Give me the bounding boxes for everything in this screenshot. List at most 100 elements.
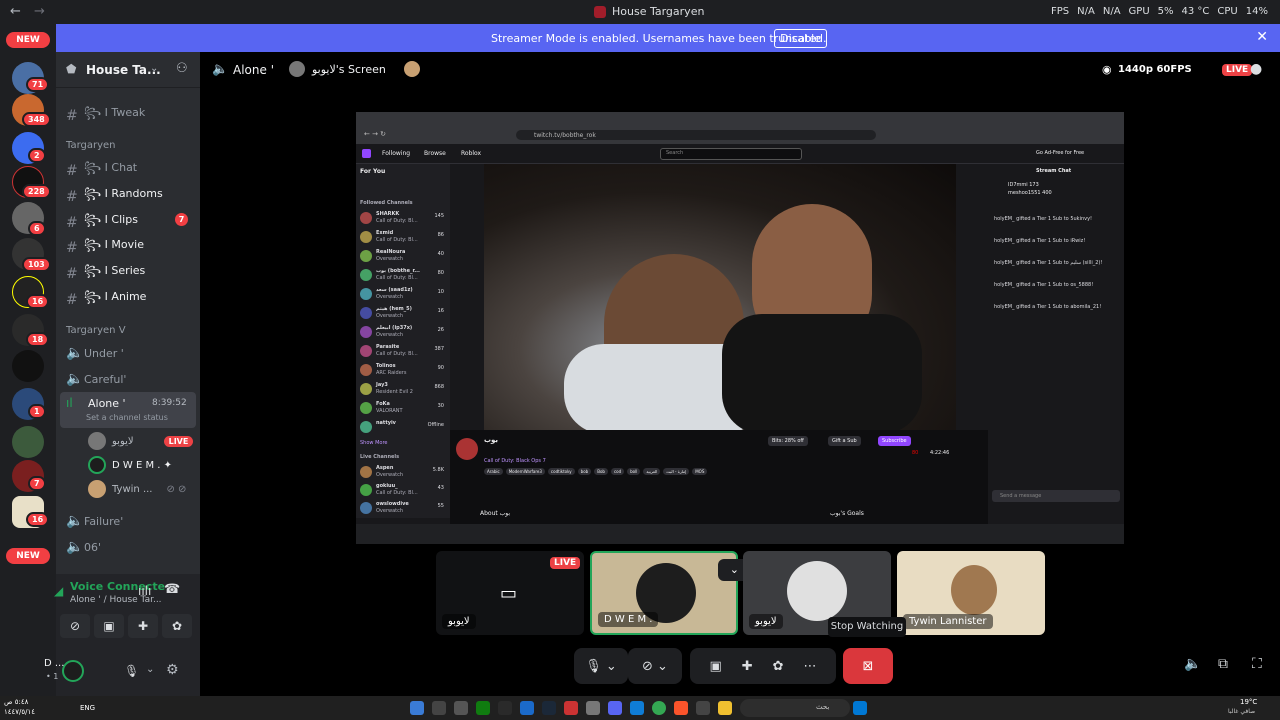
disable-button[interactable]: Disable [774, 29, 827, 48]
volume-icon[interactable]: 🔈 [1184, 656, 1201, 672]
app-icon[interactable] [564, 701, 578, 715]
followed-channel[interactable]: Jay3 Resident Evil 2 868 [360, 381, 446, 399]
new-pill[interactable]: NEW [6, 548, 50, 564]
app-icon[interactable] [520, 701, 534, 715]
voice-channel-06[interactable]: 🔈 06' [66, 539, 101, 555]
live-channel[interactable]: Aspen Overwatch 5.8K [360, 464, 446, 482]
more-icon[interactable]: ⋯ [804, 659, 817, 674]
shared-screen[interactable]: ← → ↻ twitch.tv/bobthe_rok Following Bro… [356, 112, 1124, 544]
participant-tile[interactable]: Tywin Lannister [897, 551, 1045, 635]
category-targaryen[interactable]: Targaryen [66, 140, 116, 151]
voice-user[interactable]: D W E M . ✦ [88, 456, 172, 474]
channel-tweak[interactable]: # ꧂ I Tweak [66, 105, 145, 127]
followed-channel[interactable]: بوب (bobthe_r... Call of Duty: Bl... 80 [360, 267, 446, 285]
followed-channel[interactable]: FoKa VALORANT 30 [360, 400, 446, 418]
add-member-icon[interactable]: ⚇ [176, 61, 188, 76]
app-icon[interactable] [454, 701, 468, 715]
app-icon[interactable] [586, 701, 600, 715]
followed-channel[interactable]: Parasite Call of Duty: Bl... 387 [360, 343, 446, 361]
category-targaryen-v[interactable]: Targaryen V [66, 325, 126, 336]
followed-channel[interactable]: سعد (saad1z) Overwatch 10 [360, 286, 446, 304]
voice-channel-alone[interactable]: ıl Alone ' 8:39:52 Set a channel status [60, 392, 196, 428]
share-screen-icon[interactable]: ▣ [709, 659, 721, 674]
stop-watching-button[interactable]: ⊠ [843, 648, 893, 684]
stream-tag[interactable]: cod [610, 468, 625, 475]
voice-user[interactable]: Tywin ... ⊘ ⊘ [88, 480, 186, 498]
fullscreen-icon[interactable]: ⛶ [1252, 656, 1262, 672]
speaker-icon: 🔈 [66, 345, 84, 361]
server-icon[interactable] [12, 350, 44, 382]
channel-clips[interactable]: # ꧂ I Clips [66, 212, 138, 234]
stream-tag[interactable]: Arabic [484, 468, 503, 475]
channel-name: Parasite [376, 344, 400, 350]
app-icon[interactable] [432, 701, 446, 715]
followed-channel[interactable]: Tolinos ARC Raiders 90 [360, 362, 446, 380]
back-arrow-icon[interactable]: ← [10, 4, 21, 19]
stream-tag[interactable]: العربية [643, 468, 661, 475]
app-icon[interactable] [696, 701, 710, 715]
app-icon[interactable] [542, 701, 556, 715]
live-channel[interactable]: gokiuu_ Call of Duty: Bl... 43 [360, 482, 446, 500]
voice-channel-under[interactable]: 🔈 Under ' [66, 345, 124, 361]
channel-anime[interactable]: # ꧂ I Anime [66, 289, 146, 311]
server-header[interactable]: ⬟ House Ta... ⌄ ⚇ [56, 52, 200, 88]
app-icon[interactable] [410, 701, 424, 715]
gear-icon[interactable]: ⚙ [166, 662, 179, 678]
chevron-down-icon[interactable]: ⌄ [146, 664, 154, 675]
voice-channel-careful[interactable]: 🔈 Careful' [66, 371, 126, 387]
channel-series[interactable]: # ꧂ I Series [66, 263, 145, 285]
microphone-icon[interactable]: 🎙 [124, 664, 139, 678]
followed-channel[interactable]: RealNoura Overwatch 40 [360, 248, 446, 266]
server-icon[interactable] [12, 426, 44, 458]
stream-tag[interactable]: إمارة - البث [663, 468, 690, 475]
followed-channel[interactable]: SHARKK Call of Duty: Bl... 145 [360, 210, 446, 228]
stream-tag[interactable]: MOS [692, 468, 708, 475]
popout-icon[interactable]: ⧉ [1218, 656, 1228, 672]
activity-icon[interactable]: ✚ [742, 659, 753, 674]
avatar[interactable] [62, 660, 84, 682]
share-screen-icon[interactable]: ▣ [94, 614, 124, 638]
participant-tile[interactable]: D W E M . [590, 551, 738, 635]
app-icon[interactable] [498, 701, 512, 715]
channel-movie[interactable]: # ꧂ I Movie [66, 237, 144, 259]
soundboard-icon[interactable]: ✿ [773, 659, 784, 674]
stream-tag[interactable]: ModernWarfare3 [505, 468, 545, 475]
edge-icon[interactable] [630, 701, 644, 715]
forward-arrow-icon[interactable]: → [34, 4, 45, 19]
close-icon[interactable]: ✕ [1256, 29, 1268, 45]
camera-off-icon[interactable]: ⊘ [60, 614, 90, 638]
stream-tag[interactable]: Bob [594, 468, 608, 475]
stream-tag[interactable]: boll [627, 468, 641, 475]
start-icon[interactable] [853, 701, 867, 715]
stream-tag[interactable]: codtiktoky [547, 468, 575, 475]
followed-channel[interactable]: ابيعلم (ip37x) Overwatch 26 [360, 324, 446, 342]
channel-game: Call of Duty: Bl... [376, 237, 418, 243]
participant-tile[interactable]: ▭ LIVE لايوبو [436, 551, 584, 635]
followed-channel[interactable]: هيثم (hem_5) Overwatch 16 [360, 305, 446, 323]
user-icon[interactable]: ● [1250, 61, 1262, 77]
channel-randoms[interactable]: # ꧂ I Randoms [66, 186, 163, 208]
activity-icon[interactable]: ✚ [128, 614, 158, 638]
stream-tag[interactable]: bob [577, 468, 592, 475]
stream-video [484, 164, 956, 430]
followed-channel[interactable]: nattyiv Offline [360, 419, 446, 437]
channel-chat[interactable]: # ꧂ I Chat [66, 160, 137, 182]
taskbar-search[interactable]: بحث [740, 699, 850, 717]
mute-button[interactable]: 🎙 ⌄ [574, 648, 628, 684]
followed-channel[interactable]: Exmid Call of Duty: Bl... 86 [360, 229, 446, 247]
voice-user[interactable]: لايوبو LIVE [88, 432, 194, 450]
app-icon[interactable] [476, 701, 490, 715]
user-name[interactable]: D ... [44, 658, 64, 669]
live-channel[interactable]: owslowdive Overwatch 55 [360, 500, 446, 518]
channel-status[interactable]: Set a channel status [86, 413, 168, 422]
noise-suppression-icon[interactable]: ıılı [138, 584, 151, 598]
soundboard-icon[interactable]: ✿ [162, 614, 192, 638]
new-pill[interactable]: NEW [6, 32, 50, 48]
folder-icon[interactable] [718, 701, 732, 715]
brave-icon[interactable] [674, 701, 688, 715]
camera-button[interactable]: ⊘ ⌄ [628, 648, 682, 684]
chrome-icon[interactable] [652, 701, 666, 715]
discord-icon[interactable] [608, 701, 622, 715]
disconnect-icon[interactable]: ☎ [164, 582, 180, 597]
voice-channel-failure[interactable]: 🔈 Failure' [66, 513, 123, 529]
